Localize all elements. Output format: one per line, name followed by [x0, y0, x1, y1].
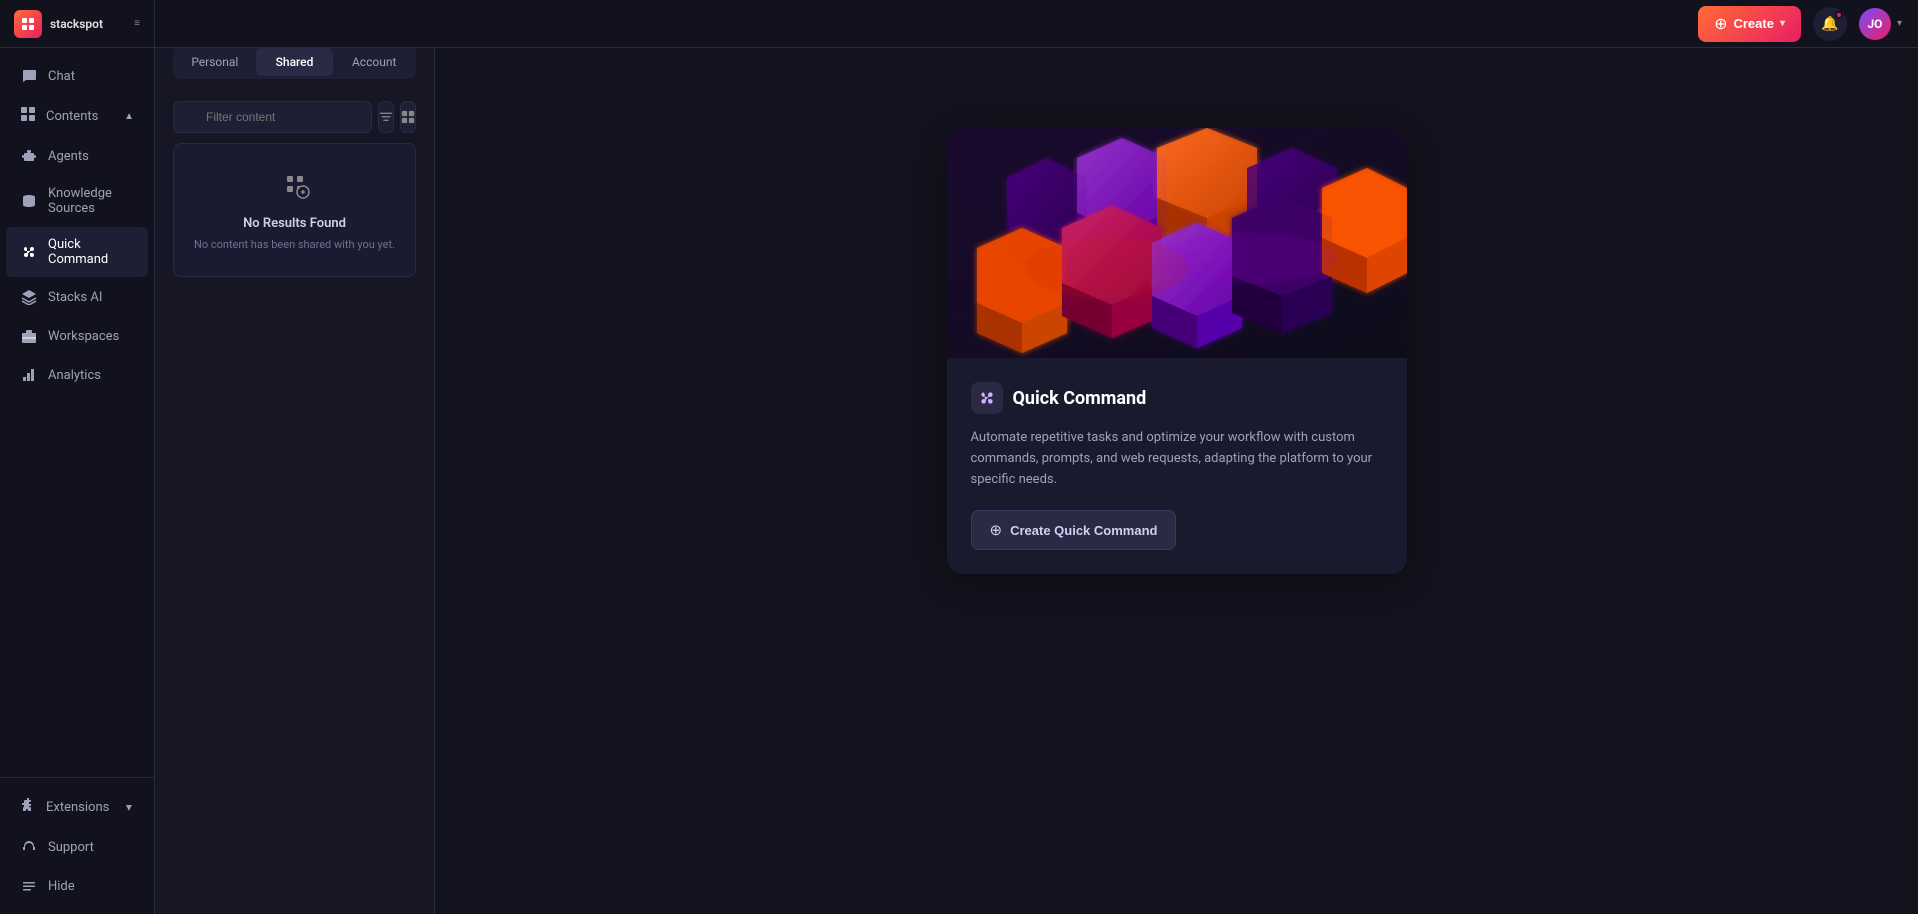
sidebar-item-extensions[interactable]: Extensions ▲ — [6, 787, 148, 827]
logo[interactable]: stackspot ≡ — [0, 0, 154, 48]
sidebar-item-stacks-ai[interactable]: Stacks AI — [6, 278, 148, 316]
feature-title: Quick Command — [1013, 388, 1147, 409]
sidebar-item-contents[interactable]: Contents ▲ — [6, 96, 148, 136]
feature-body: Quick Command Automate repetitive tasks … — [947, 358, 1407, 574]
avatar: JO — [1859, 8, 1891, 40]
command-icon — [20, 243, 38, 261]
create-chevron-icon: ▾ — [1780, 18, 1785, 29]
create-qc-label: Create Quick Command — [1010, 523, 1157, 538]
sidebar-item-label: Quick Command — [48, 237, 134, 267]
quick-command-panel: QUICK COMMAND Personal Shared Account 🔍 — [155, 0, 435, 914]
sidebar-item-label: Extensions — [46, 800, 109, 815]
sidebar-item-chat[interactable]: Chat — [6, 57, 148, 95]
hide-icon — [20, 877, 38, 895]
create-button[interactable]: ⊕ Create ▾ — [1698, 6, 1801, 42]
tab-personal[interactable]: Personal — [176, 48, 254, 76]
logo-chevron-icon: ≡ — [134, 18, 140, 29]
filter-options-button[interactable] — [378, 101, 394, 133]
notifications-button[interactable]: 🔔 — [1813, 7, 1847, 41]
view-toggle-button[interactable] — [400, 101, 416, 133]
sidebar-item-label: Support — [48, 840, 94, 855]
logo-icon — [14, 10, 42, 38]
robot-icon — [20, 147, 38, 165]
sidebar-item-label: Agents — [48, 149, 89, 164]
chart-icon — [20, 366, 38, 384]
notification-badge — [1835, 11, 1843, 19]
tab-account[interactable]: Account — [335, 48, 413, 76]
sidebar-item-label: Hide — [48, 879, 75, 894]
plus-icon: ⊕ — [990, 521, 1003, 539]
topbar: ⊕ Create ▾ 🔔 JO ▾ — [155, 0, 1918, 48]
chat-icon — [20, 67, 38, 85]
no-results-subtitle: No content has been shared with you yet. — [190, 237, 399, 252]
plus-icon: ⊕ — [1714, 14, 1727, 34]
sidebar-item-label: Stacks AI — [48, 290, 102, 305]
briefcase-icon — [20, 327, 38, 345]
sidebar-item-agents[interactable]: Agents — [6, 137, 148, 175]
filter-bar: 🔍 — [155, 91, 434, 143]
logo-text: stackspot — [50, 17, 103, 31]
database-icon — [20, 192, 38, 210]
feature-description: Automate repetitive tasks and optimize y… — [971, 428, 1383, 490]
no-results-icon — [190, 168, 399, 206]
create-label: Create — [1733, 16, 1773, 31]
avatar-chevron-icon: ▾ — [1897, 18, 1902, 29]
puzzle-icon — [20, 797, 36, 817]
chevron-up-icon: ▲ — [124, 111, 134, 122]
feature-card: Quick Command Automate repetitive tasks … — [947, 128, 1407, 574]
sidebar-bottom: Extensions ▲ Support — [0, 777, 154, 914]
search-wrapper: 🔍 — [173, 101, 372, 133]
chevron-down-icon: ▲ — [124, 802, 134, 813]
sidebar-item-label: Workspaces — [48, 329, 119, 344]
sidebar-item-label: Knowledge Sources — [48, 186, 134, 216]
sidebar-item-label: Analytics — [48, 368, 101, 383]
tabs: Personal Shared Account — [173, 45, 416, 79]
feature-title-icon — [971, 382, 1003, 414]
sidebar-item-workspaces[interactable]: Workspaces — [6, 317, 148, 355]
tab-shared[interactable]: Shared — [256, 48, 334, 76]
no-results-title: No Results Found — [190, 216, 399, 231]
sidebar-nav: Chat Contents ▲ — [0, 48, 154, 777]
headset-icon — [20, 838, 38, 856]
avatar-button[interactable]: JO ▾ — [1859, 8, 1902, 40]
create-quick-command-button[interactable]: ⊕ Create Quick Command — [971, 510, 1177, 550]
sidebar: stackspot ≡ Chat Contents — [0, 0, 155, 914]
feature-image — [947, 128, 1407, 358]
sidebar-item-support[interactable]: Support — [6, 828, 148, 866]
sidebar-item-knowledge-sources[interactable]: Knowledge Sources — [6, 176, 148, 226]
sidebar-item-label: Chat — [48, 69, 75, 84]
grid-icon — [20, 106, 36, 126]
content-area: Quick Command Automate repetitive tasks … — [435, 48, 1918, 914]
sidebar-item-label: Contents — [46, 109, 98, 124]
sidebar-item-hide[interactable]: Hide — [6, 867, 148, 905]
sidebar-item-analytics[interactable]: Analytics — [6, 356, 148, 394]
layers-icon — [20, 288, 38, 306]
sidebar-item-quick-command[interactable]: Quick Command — [6, 227, 148, 277]
search-input[interactable] — [173, 101, 372, 133]
feature-title-row: Quick Command — [971, 382, 1383, 414]
no-results-card: No Results Found No content has been sha… — [173, 143, 416, 277]
